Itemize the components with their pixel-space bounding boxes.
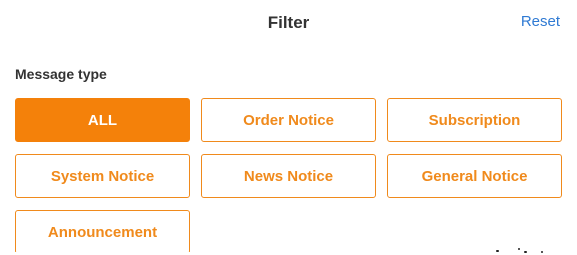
option-subscription[interactable]: Subscription bbox=[387, 98, 562, 142]
filter-title: Filter bbox=[267, 13, 310, 32]
reset-button[interactable]: Reset bbox=[521, 13, 560, 30]
option-general-notice[interactable]: General Notice bbox=[387, 154, 562, 198]
option-announcement[interactable]: Announcement bbox=[15, 210, 190, 254]
partial-glyph-artifact bbox=[496, 247, 556, 253]
filter-header: Filter Reset bbox=[0, 0, 577, 48]
message-type-options: ALL Order Notice Subscription System Not… bbox=[15, 98, 562, 254]
option-system-notice[interactable]: System Notice bbox=[15, 154, 190, 198]
option-all[interactable]: ALL bbox=[15, 98, 190, 142]
option-news-notice[interactable]: News Notice bbox=[201, 154, 376, 198]
option-order-notice[interactable]: Order Notice bbox=[201, 98, 376, 142]
message-type-label: Message type bbox=[15, 66, 107, 82]
